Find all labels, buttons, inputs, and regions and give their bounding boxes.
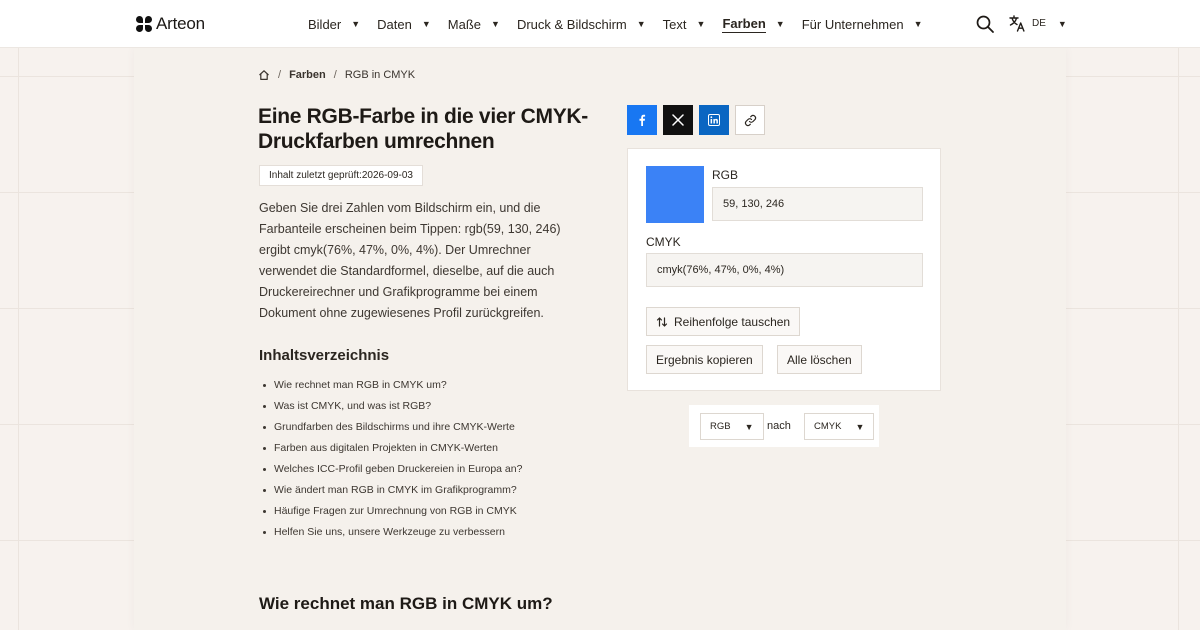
- nav-item-label: Bilder: [308, 16, 342, 32]
- clear-all-label: Alle löschen: [787, 352, 852, 367]
- x-icon: [672, 114, 684, 126]
- nav-item-text[interactable]: Text ▼: [663, 0, 706, 48]
- copy-link-button[interactable]: [735, 105, 765, 135]
- breadcrumb-link-farben[interactable]: Farben: [289, 69, 326, 81]
- breadcrumb: / Farben / RGB in CMYK: [258, 69, 415, 81]
- swap-order-label: Reihenfolge tauschen: [674, 314, 791, 329]
- intro-paragraph: Geben Sie drei Zahlen vom Bildschirm ein…: [259, 201, 561, 320]
- caret-down-icon: ▼: [421, 19, 431, 29]
- cmyk-label: CMYK: [646, 235, 681, 249]
- section-heading: Wie rechnet man RGB in CMYK um?: [259, 594, 553, 613]
- brand-name: Arteon: [156, 14, 205, 33]
- table-of-contents: Wie rechnet man RGB in CMYK um? Was ist …: [262, 375, 522, 543]
- caret-down-icon: ▼: [351, 19, 361, 29]
- swap-order-button[interactable]: Reihenfolge tauschen: [646, 307, 801, 336]
- nav-item-label: Farben: [722, 15, 766, 33]
- home-icon[interactable]: [258, 69, 270, 81]
- caret-down-icon: ▼: [636, 19, 646, 29]
- nav-item-farben[interactable]: Farben ▼: [722, 0, 785, 48]
- conversion-direction-bar: RGB ▼ nach CMYK ▼: [689, 405, 879, 447]
- search-button[interactable]: [975, 14, 995, 34]
- copy-result-label: Ergebnis kopieren: [656, 352, 753, 367]
- nav-item-druck-bildschirm[interactable]: Druck & Bildschirm ▼: [517, 0, 646, 48]
- toc-heading: Inhaltsverzeichnis: [259, 347, 390, 364]
- brand-logo-icon: [136, 16, 152, 32]
- share-facebook-button[interactable]: [627, 105, 657, 135]
- nav-item-unternehmen[interactable]: Für Unternehmen ▼: [802, 0, 923, 48]
- linkedin-icon: [708, 114, 720, 126]
- source-format-value: RGB: [710, 421, 731, 432]
- nav-item-masse[interactable]: Maße ▼: [448, 0, 500, 48]
- cmyk-output[interactable]: [646, 253, 923, 287]
- toc-link[interactable]: Wie ändert man RGB in CMYK im Grafikprog…: [262, 480, 522, 501]
- caret-down-icon: ▼: [696, 19, 706, 29]
- clear-all-button[interactable]: Alle löschen: [777, 345, 862, 374]
- facebook-icon: [639, 114, 646, 126]
- nav-item-label: Für Unternehmen: [801, 16, 904, 32]
- target-format-select[interactable]: CMYK ▼: [804, 413, 875, 440]
- caret-down-icon: ▼: [913, 19, 923, 29]
- share-buttons: [627, 105, 765, 135]
- toc-link[interactable]: Wie rechnet man RGB in CMYK um?: [262, 375, 522, 396]
- caret-down-icon: ▼: [855, 421, 865, 432]
- toc-link[interactable]: Was ist CMYK, und was ist RGB?: [262, 396, 522, 417]
- toc-link[interactable]: Welches ICC-Profil geben Druckereien in …: [262, 459, 522, 480]
- nav-item-bilder[interactable]: Bilder ▼: [308, 0, 360, 48]
- last-checked-badge: Inhalt zuletzt geprüft: 2026-09-03: [259, 165, 423, 186]
- last-checked-date: 2026-09-03: [361, 170, 413, 181]
- share-linkedin-button[interactable]: [699, 105, 729, 135]
- language-code: DE: [1032, 18, 1046, 29]
- rgb-label: RGB: [712, 168, 739, 182]
- caret-down-icon: ▼: [1057, 18, 1067, 29]
- translate-icon: [1009, 15, 1025, 32]
- copy-result-button[interactable]: Ergebnis kopieren: [646, 345, 763, 374]
- breadcrumb-separator: /: [278, 69, 282, 81]
- breadcrumb-current: RGB in CMYK: [344, 69, 416, 81]
- nav-item-label: Maße: [447, 16, 482, 32]
- color-converter-panel: RGB CMYK Reihenfolge tauschen Ergebnis k…: [627, 148, 941, 391]
- swap-arrows-icon: [656, 316, 668, 327]
- nav-item-daten[interactable]: Daten ▼: [377, 0, 431, 48]
- language-selector[interactable]: DE ▼: [1009, 15, 1067, 32]
- color-preview-swatch: [646, 166, 704, 223]
- caret-down-icon: ▼: [491, 19, 500, 29]
- last-checked-label: Inhalt zuletzt geprüft:: [269, 170, 362, 181]
- toc-link[interactable]: Helfen Sie uns, unsere Werkzeuge zu verb…: [262, 522, 522, 543]
- breadcrumb-separator: /: [333, 69, 337, 81]
- top-navigation-bar: Arteon Bilder ▼ Daten ▼ Maße ▼ Druck & B…: [0, 0, 1200, 48]
- brand-logo[interactable]: Arteon: [136, 14, 205, 34]
- toc-link[interactable]: Farben aus digitalen Projekten in CMYK-W…: [262, 438, 522, 459]
- share-x-button[interactable]: [663, 105, 693, 135]
- caret-down-icon: ▼: [775, 19, 785, 29]
- toc-link[interactable]: Grundfarben des Bildschirms und ihre CMY…: [262, 417, 522, 438]
- link-icon: [744, 114, 756, 126]
- nav-item-label: Daten: [377, 16, 412, 32]
- caret-down-icon: ▼: [744, 421, 754, 432]
- main-nav: Bilder ▼ Daten ▼ Maße ▼ Druck & Bildschi…: [308, 0, 940, 48]
- source-format-select[interactable]: RGB ▼: [700, 413, 764, 440]
- toc-link[interactable]: Häufige Fragen zur Umrechnung von RGB in…: [262, 501, 522, 522]
- rgb-input[interactable]: [712, 187, 923, 221]
- target-format-value: CMYK: [814, 421, 842, 432]
- page-title: Eine RGB-Farbe in die vier CMYK-Druckfar…: [258, 105, 588, 153]
- direction-word: nach: [767, 420, 791, 432]
- nav-item-label: Druck & Bildschirm: [516, 16, 627, 32]
- nav-item-label: Text: [662, 16, 687, 32]
- search-icon: [976, 15, 994, 33]
